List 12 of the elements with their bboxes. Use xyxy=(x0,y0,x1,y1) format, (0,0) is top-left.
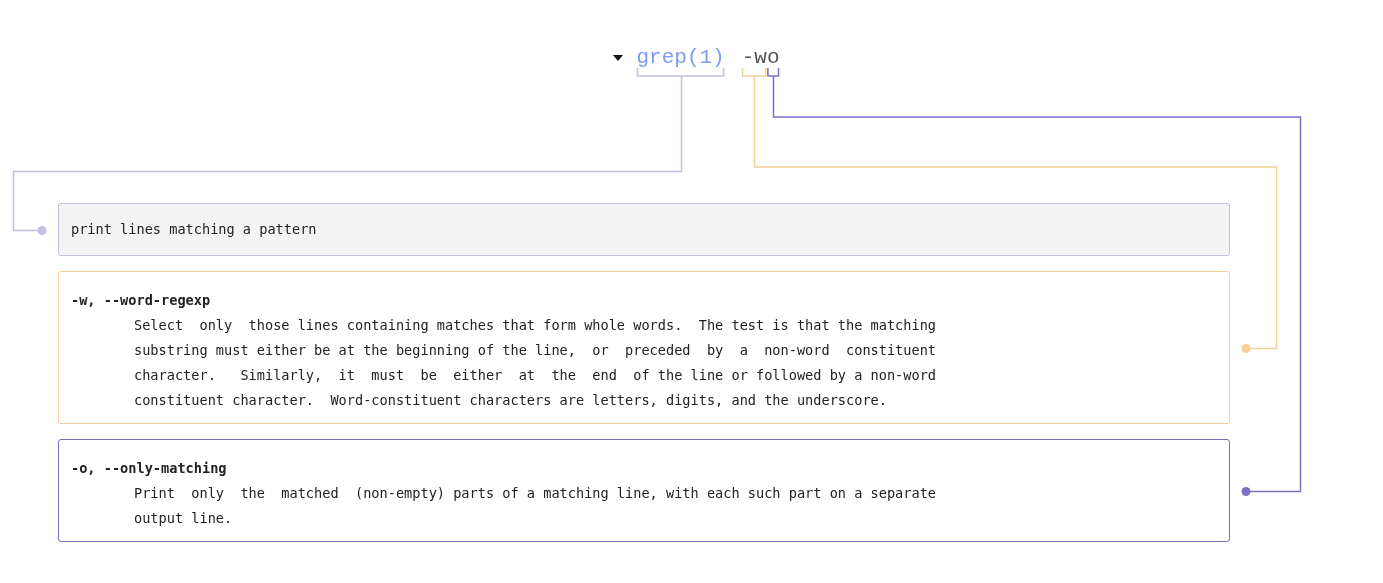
caret-icon[interactable] xyxy=(613,53,624,63)
option-description: constituent character. Word-constituent characters are letters, digits, and the underscore. xyxy=(134,391,887,410)
command-option[interactable]: o xyxy=(766,44,780,72)
option-description: Print only the matched (non-empty) parts of a matching line, with each such part on a separate xyxy=(134,484,937,503)
summary-text: print lines matching a pattern xyxy=(71,220,317,239)
command-option[interactable]: -w xyxy=(741,44,767,72)
option-description: Select only those lines containing matches that form whole words. The test is that the matching xyxy=(134,316,937,335)
option-heading: -o, --only-matching xyxy=(71,459,227,478)
option-heading: -w, --word-regexp xyxy=(71,291,211,310)
option-description: character. Similarly, it must be either at the end of the line or followed by a non-word xyxy=(134,366,937,385)
option-description: substring must either be at the beginning of the line, or preceded by a non-word constituent xyxy=(134,341,937,360)
option-description: output line. xyxy=(134,509,233,528)
